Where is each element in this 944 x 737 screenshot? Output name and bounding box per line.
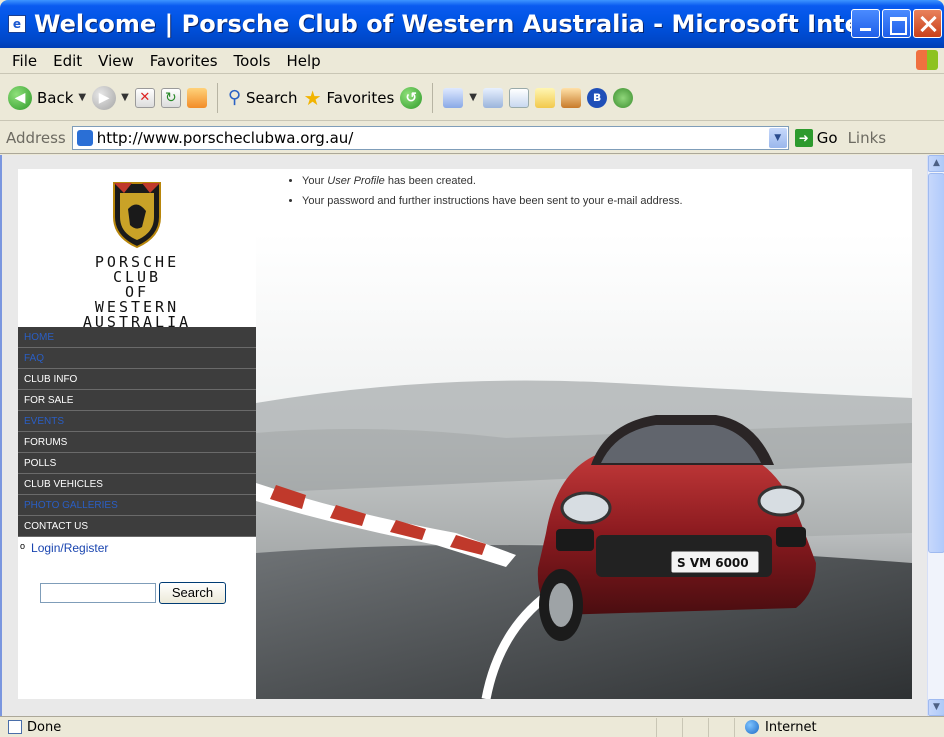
minimize-button[interactable] — [851, 9, 880, 38]
login-register-link[interactable]: Login/Register — [31, 541, 108, 555]
web-page: PORSCHE CLUB OF WESTERN AUSTRALIA HOME F… — [18, 169, 912, 699]
site-nav: HOME FAQ CLUB INFO FOR SALE EVENTS FORUM… — [18, 327, 256, 537]
message-password-sent: Your password and further instructions h… — [302, 195, 912, 207]
mail-dropdown-icon[interactable]: ▼ — [469, 92, 477, 103]
menu-favorites[interactable]: Favorites — [142, 52, 226, 70]
scrollbar-thumb[interactable] — [928, 173, 944, 553]
nav-home[interactable]: HOME — [18, 327, 256, 348]
page-status-icon — [8, 720, 22, 734]
search-toolbar-button[interactable]: ⚲ Search — [228, 87, 298, 108]
address-input[interactable]: http://www.porscheclubwa.org.au/ ▼ — [71, 125, 789, 150]
license-plate-text: S VM 6000 — [677, 556, 749, 570]
message-text: Your — [302, 175, 328, 187]
toolbar-separator — [216, 82, 218, 113]
back-arrow-icon: ◀ — [8, 85, 32, 110]
bluetooth-icon[interactable]: ʙ — [586, 87, 607, 108]
messenger-icon[interactable] — [612, 87, 633, 108]
status-pane — [682, 717, 708, 737]
favorites-button[interactable]: ★ Favorites — [304, 86, 395, 110]
club-crest-icon — [113, 182, 161, 249]
status-pane — [708, 717, 734, 737]
nav-club-info[interactable]: CLUB INFO — [18, 369, 256, 390]
magnifier-icon: ⚲ — [227, 87, 242, 108]
address-label: Address — [6, 128, 66, 147]
forward-arrow-icon: ▶ — [92, 85, 117, 110]
nav-for-sale[interactable]: FOR SALE — [18, 390, 256, 411]
back-label: Back — [37, 88, 74, 107]
menu-edit[interactable]: Edit — [45, 52, 90, 70]
status-done: Done — [0, 720, 656, 735]
go-label: Go — [816, 128, 838, 147]
club-logo[interactable]: PORSCHE CLUB OF WESTERN AUSTRALIA — [18, 169, 256, 330]
address-url: http://www.porscheclubwa.org.au/ — [96, 128, 354, 147]
close-button[interactable] — [913, 9, 942, 38]
scroll-up-button[interactable]: ▲ — [928, 155, 944, 172]
home-icon[interactable] — [186, 87, 207, 108]
nav-events[interactable]: EVENTS — [18, 411, 256, 432]
site-search-button[interactable]: Search — [159, 582, 226, 604]
zone-label: Internet — [765, 719, 817, 735]
print-icon[interactable] — [482, 87, 503, 108]
security-zone[interactable]: Internet — [734, 717, 914, 737]
nav-club-vehicles[interactable]: CLUB VEHICLES — [18, 474, 256, 495]
toolbar-separator — [432, 82, 434, 113]
status-pane — [656, 717, 682, 737]
nav-polls[interactable]: POLLS — [18, 453, 256, 474]
message-profile-created: Your User Profile has been created. — [302, 175, 912, 187]
notes-icon[interactable] — [534, 87, 555, 108]
go-button[interactable]: ➜ Go — [794, 128, 838, 147]
address-bar: Address http://www.porscheclubwa.org.au/… — [0, 122, 944, 154]
status-messages: Your User Profile has been created. Your… — [256, 169, 912, 231]
links-button[interactable]: Links — [848, 129, 887, 147]
edit-icon[interactable] — [508, 87, 529, 108]
maximize-button[interactable] — [882, 9, 911, 38]
stop-icon[interactable]: ✕ — [134, 87, 155, 108]
hero-car-image: S VM 6000 — [256, 233, 912, 699]
bullet-icon: o — [20, 541, 26, 551]
favorites-label: Favorites — [326, 88, 395, 107]
address-dropdown-icon[interactable]: ▼ — [768, 127, 787, 148]
page-viewport[interactable]: PORSCHE CLUB OF WESTERN AUSTRALIA HOME F… — [0, 155, 944, 716]
page-favicon-icon — [76, 129, 93, 146]
nav-forums[interactable]: FORUMS — [18, 432, 256, 453]
status-bar: Done Internet — [0, 716, 944, 737]
vertical-scrollbar[interactable]: ▲ ▼ — [927, 155, 944, 716]
research-icon[interactable] — [560, 87, 581, 108]
ie-page-icon: e — [8, 15, 26, 33]
window-title: Welcome | Porsche Club of Western Austra… — [34, 10, 864, 38]
nav-faq[interactable]: FAQ — [18, 348, 256, 369]
window-titlebar[interactable]: e Welcome | Porsche Club of Western Aust… — [0, 0, 944, 48]
menu-file[interactable]: File — [4, 52, 45, 70]
go-arrow-icon: ➜ — [794, 128, 813, 147]
login-register-item: o Login/Register — [20, 541, 108, 555]
forward-button[interactable]: ▶ ▼ — [92, 85, 129, 110]
history-icon[interactable]: ↺ — [400, 86, 423, 109]
menu-help[interactable]: Help — [279, 52, 329, 70]
internet-globe-icon — [745, 720, 759, 734]
star-icon: ★ — [303, 85, 322, 110]
forward-dropdown-icon[interactable]: ▼ — [121, 92, 129, 103]
site-search-input[interactable] — [40, 583, 156, 603]
nav-photo-galleries[interactable]: PHOTO GALLERIES — [18, 495, 256, 516]
menu-tools[interactable]: Tools — [226, 52, 279, 70]
back-button[interactable]: ◀ Back ▼ — [8, 85, 86, 110]
user-profile-link: User Profile — [327, 175, 385, 187]
browser-toolbar: ◀ Back ▼ ▶ ▼ ✕ ↻ ⚲ Search ★ Favorites ↺ … — [0, 75, 944, 121]
refresh-icon[interactable]: ↻ — [160, 87, 181, 108]
nav-contact-us[interactable]: CONTACT US — [18, 516, 256, 537]
status-text: Done — [27, 719, 62, 735]
back-dropdown-icon[interactable]: ▼ — [78, 92, 86, 103]
menu-view[interactable]: View — [90, 52, 142, 70]
menu-bar: File Edit View Favorites Tools Help — [0, 48, 944, 74]
message-text: has been created. — [384, 175, 476, 187]
scroll-down-button[interactable]: ▼ — [928, 699, 944, 716]
windows-logo-icon — [916, 50, 938, 70]
mail-icon[interactable] — [443, 87, 464, 108]
search-toolbar-label: Search — [246, 88, 298, 107]
